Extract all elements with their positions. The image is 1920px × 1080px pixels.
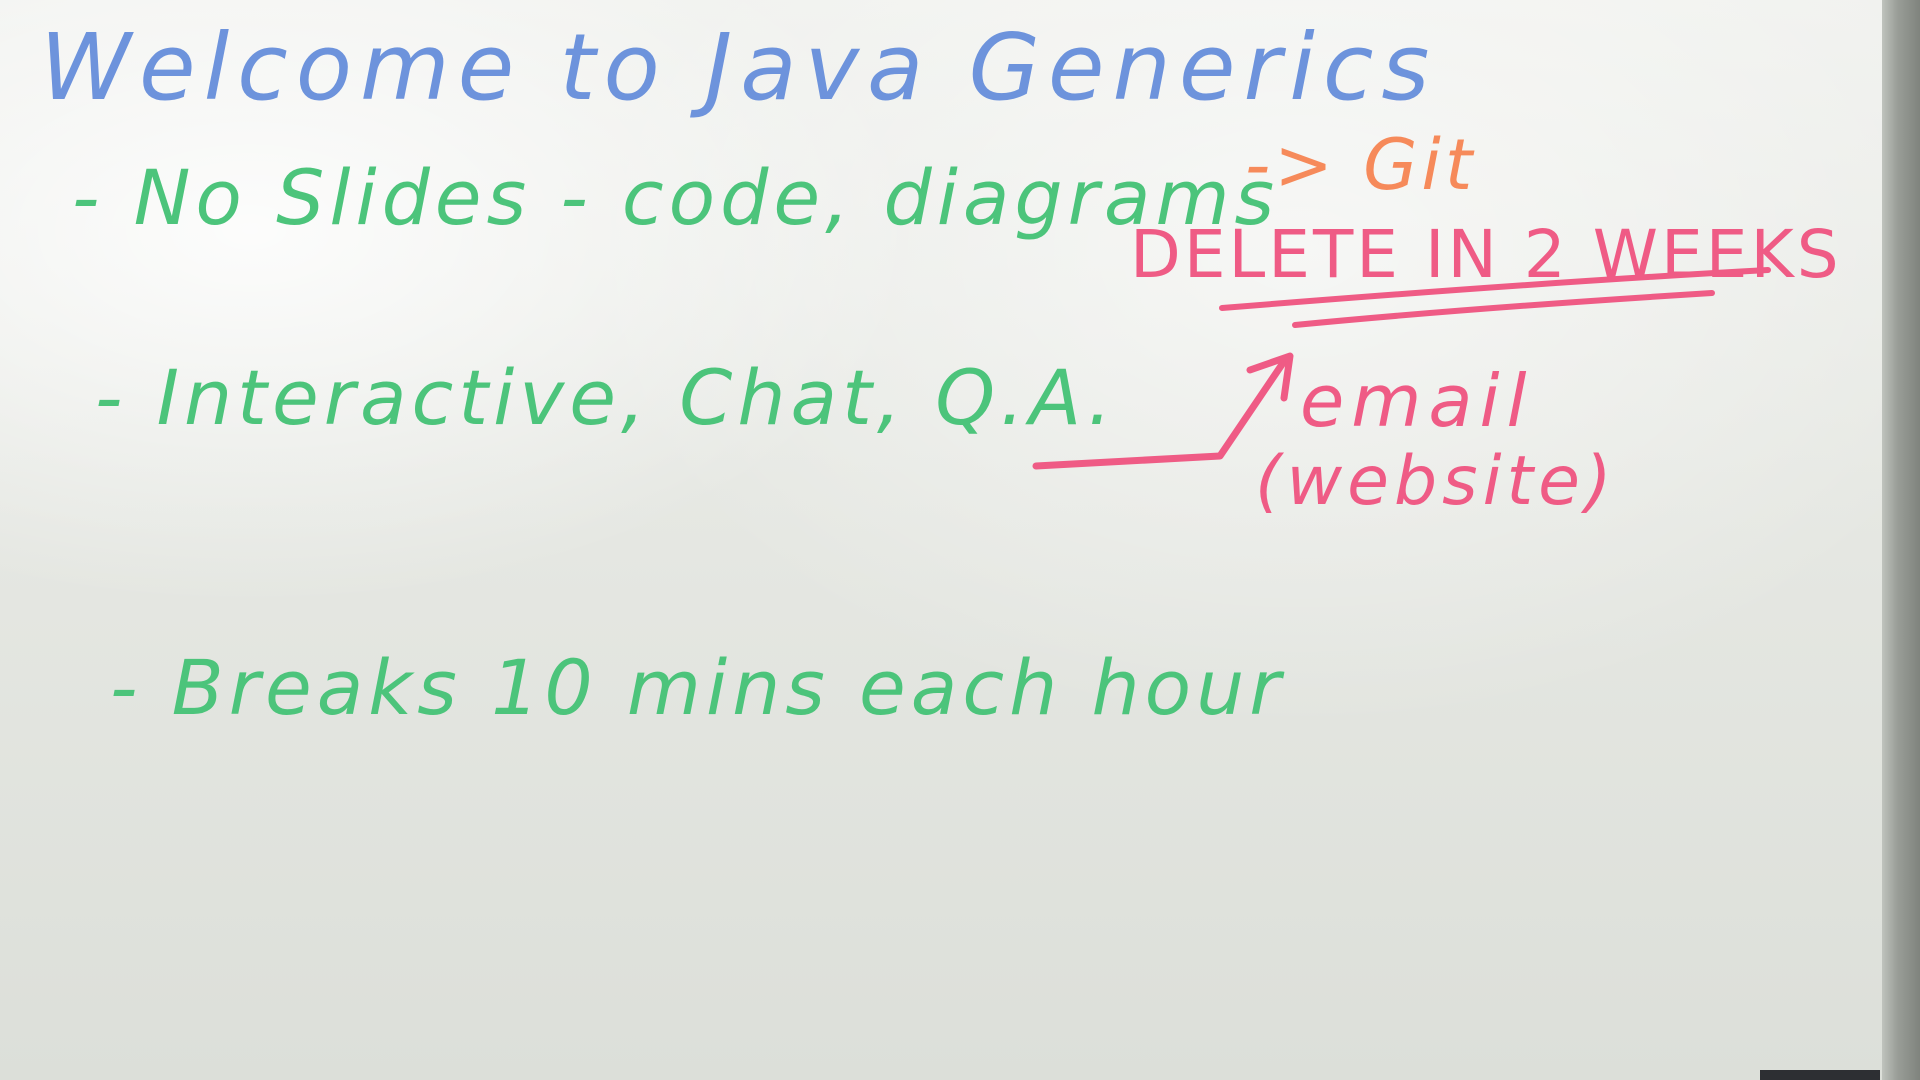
board-corner: [1760, 1070, 1880, 1080]
board-edge: [1882, 0, 1920, 1080]
email-arrow-shaft: [1032, 356, 1289, 470]
pen-marks: [1032, 267, 1771, 470]
delete-underline-upper: [1219, 267, 1771, 311]
whiteboard: Welcome to Java Generics - No Slides - c…: [0, 0, 1920, 1080]
